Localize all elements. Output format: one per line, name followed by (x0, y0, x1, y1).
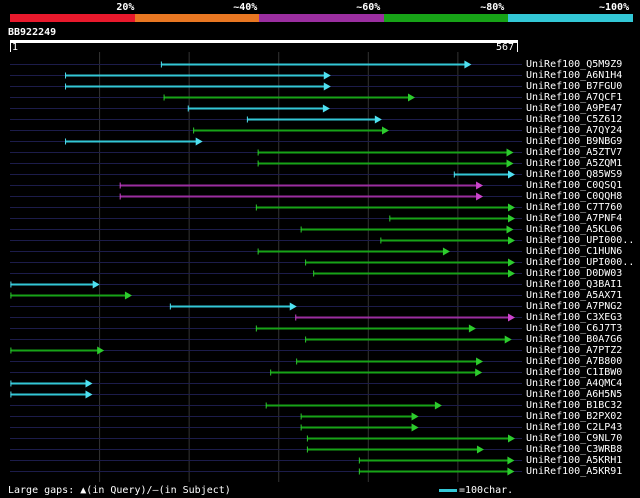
hit-arrowhead (508, 203, 515, 212)
hit-label[interactable]: UniRef100_C2LP43 (526, 422, 622, 433)
hit-arrowhead (289, 302, 297, 311)
hit-label[interactable]: UniRef100_C1HUN6 (526, 246, 622, 257)
hit-label[interactable]: UniRef100_Q3BAI1 (526, 279, 622, 290)
large-gaps-prefix: Large gaps: (8, 485, 75, 496)
hit-arrowhead (506, 148, 514, 157)
legend-label: ~80% (480, 2, 505, 13)
legend-label: ~40% (233, 2, 258, 13)
scale-label: =100char. (459, 485, 514, 496)
hit-label[interactable]: UniRef100_A7PNF4 (526, 213, 622, 224)
hit-label[interactable]: UniRef100_A5KL06 (526, 224, 622, 235)
hit-arrowhead (124, 291, 132, 300)
query-gap-text: (in Query)/ (86, 485, 153, 496)
hit-label[interactable]: UniRef100_A6H5N5 (526, 389, 622, 400)
hit-label[interactable]: UniRef100_B2PX02 (526, 411, 622, 422)
hit-arrowhead (507, 467, 515, 476)
hit-label[interactable]: UniRef100_C3WRB8 (526, 444, 622, 455)
hit-arrowhead (507, 456, 515, 465)
hit-arrowhead (506, 225, 514, 234)
hit-arrowhead (508, 258, 515, 267)
hit-label[interactable]: UniRef100_A7PNG2 (526, 301, 622, 312)
hit-label[interactable]: UniRef100_A7PTZ2 (526, 345, 622, 356)
hit-arrowhead (85, 379, 93, 388)
hit-arrowhead (323, 82, 331, 91)
hit-label[interactable]: UniRef100_C9NL70 (526, 433, 622, 444)
hit-label[interactable]: UniRef100_A6N1H4 (526, 70, 622, 81)
hit-arrowhead (85, 390, 93, 399)
hit-label[interactable]: UniRef100_C5Z612 (526, 114, 622, 125)
hit-label[interactable]: UniRef100_A5ZQM1 (526, 158, 622, 169)
hit-label[interactable]: UniRef100_UPI000.. (526, 235, 634, 246)
hit-arrowhead (382, 126, 390, 135)
hit-arrowhead (508, 269, 515, 278)
hit-arrowhead (411, 412, 419, 421)
hit-label[interactable]: UniRef100_C0QSQ1 (526, 180, 622, 191)
hit-label[interactable]: UniRef100_A5KRH1 (526, 455, 622, 466)
hit-label[interactable]: UniRef100_Q5M9Z9 (526, 59, 622, 70)
scale-bar (439, 488, 457, 492)
hit-label[interactable]: UniRef100_B1BC32 (526, 400, 622, 411)
hit-label[interactable]: UniRef100_A5AX71 (526, 290, 622, 301)
hit-arrowhead (508, 236, 515, 245)
hit-label[interactable]: UniRef100_A7B800 (526, 356, 622, 367)
hit-label[interactable]: UniRef100_A5KR91 (526, 466, 622, 477)
hit-arrowhead (508, 434, 515, 443)
hit-label[interactable]: UniRef100_C6J7T3 (526, 323, 622, 334)
hit-label[interactable]: UniRef100_C0QQH8 (526, 191, 622, 202)
hit-label[interactable]: UniRef100_UPI000.. (526, 257, 634, 268)
hit-arrowhead (323, 71, 331, 80)
hit-arrowhead (374, 115, 382, 124)
hit-arrowhead (97, 346, 105, 355)
scale-legend: =100char. (439, 485, 513, 496)
hit-arrowhead (506, 159, 514, 168)
legend-label: ~60% (356, 2, 381, 13)
hit-label[interactable]: UniRef100_B7FGU0 (526, 81, 622, 92)
hit-arrowhead (442, 247, 450, 256)
hit-label[interactable]: UniRef100_B9NBG9 (526, 136, 622, 147)
hit-arrowhead (92, 280, 100, 289)
hit-arrowhead (407, 93, 415, 102)
subject-gap-text: (in Subject) (158, 485, 231, 496)
hit-arrowhead (476, 445, 484, 454)
hit-arrowhead (195, 137, 203, 146)
hit-arrowhead (468, 324, 476, 333)
hit-arrowhead (476, 357, 484, 366)
legend-label: 20% (116, 2, 135, 13)
hit-label[interactable]: UniRef100_A7QY24 (526, 125, 622, 136)
large-gaps-legend: Large gaps: ▲(in Query)/–(in Subject) (8, 485, 231, 496)
hit-label[interactable]: UniRef100_A7QCF1 (526, 92, 622, 103)
hit-arrowhead (464, 60, 472, 69)
hit-label[interactable]: UniRef100_B0A7G6 (526, 334, 622, 345)
legend-label: ~100% (599, 2, 630, 13)
hit-label[interactable]: UniRef100_D0DW03 (526, 268, 622, 279)
hit-label[interactable]: UniRef100_Q85WS9 (526, 169, 622, 180)
hit-arrowhead (434, 401, 442, 410)
hit-label[interactable]: UniRef100_A4QMC4 (526, 378, 622, 389)
hit-label[interactable]: UniRef100_C1IBW0 (526, 367, 622, 378)
hit-arrowhead (476, 192, 484, 201)
hit-arrowhead (411, 423, 419, 432)
hit-label[interactable]: UniRef100_A5ZTV7 (526, 147, 622, 158)
hit-label[interactable]: UniRef100_C3XEG3 (526, 312, 622, 323)
hit-label[interactable]: UniRef100_C7T760 (526, 202, 622, 213)
blast-overview-graphic: BB922249 1 567 UniRef100_Q5M9Z9 UniRef100… (0, 0, 640, 498)
hit-arrowhead (322, 104, 330, 113)
hit-arrowhead (476, 181, 484, 190)
hit-arrowhead (508, 214, 515, 223)
hit-arrowhead (475, 368, 483, 377)
hit-arrowhead (508, 170, 515, 179)
hit-label[interactable]: UniRef100_A9PE47 (526, 103, 622, 114)
hit-arrowhead (504, 335, 512, 344)
hit-arrowhead (508, 313, 515, 322)
